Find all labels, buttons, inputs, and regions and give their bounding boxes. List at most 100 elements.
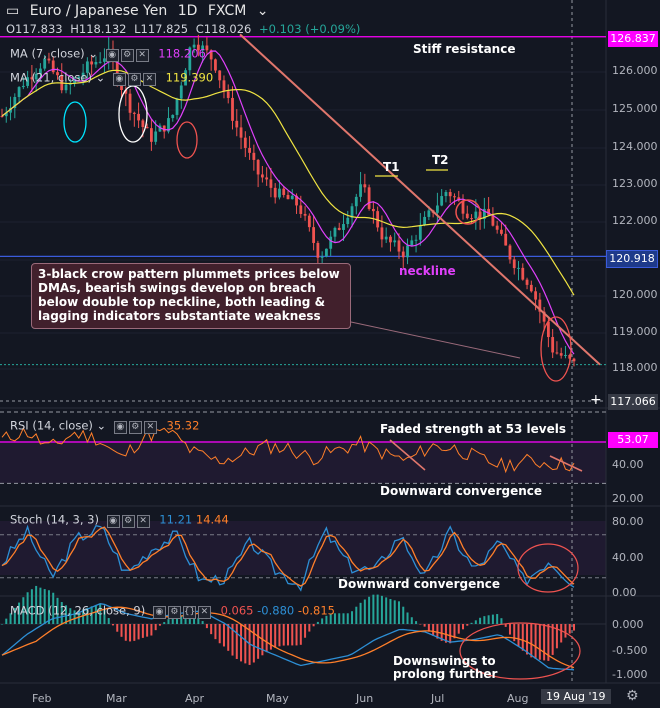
chevron-down-icon[interactable]: ⌄	[96, 71, 106, 85]
candle-down	[256, 159, 260, 175]
symbol-name[interactable]: Euro / Japanese Yen	[30, 3, 168, 19]
macd-histogram-bar	[282, 624, 285, 646]
macd-histogram-bar	[227, 624, 230, 651]
eye-icon[interactable]: ◉	[105, 49, 119, 62]
chevron-down-icon[interactable]: ⌄	[257, 3, 269, 19]
macd-histogram-bar	[355, 606, 358, 624]
interval-label[interactable]: 1D	[178, 3, 198, 19]
candle-down	[299, 205, 303, 214]
macd-histogram-bar	[419, 624, 422, 625]
macd-legend: MACD (12, 26, close, 9) ◉ ⚙{} ✕ 0.065 -0.8…	[10, 603, 335, 619]
candle-up	[94, 62, 98, 65]
ma7-label: MA (7, close)	[10, 46, 85, 61]
close-value: C118.026	[195, 22, 252, 36]
eye-icon[interactable]: ◉	[106, 515, 120, 528]
macd-histogram-bar	[321, 618, 324, 624]
chevron-down-icon[interactable]: ⌄	[97, 419, 107, 433]
macd-histogram-bar	[141, 624, 144, 638]
close-icon[interactable]: ✕	[143, 421, 157, 434]
stoch-tick: 40.00	[612, 551, 644, 564]
candle-down	[529, 284, 533, 292]
candle-down	[491, 215, 495, 226]
gear-icon[interactable]: ⚙	[626, 688, 639, 704]
gear-icon[interactable]: ⚙	[167, 606, 181, 619]
x-tick-feb: Feb	[32, 692, 52, 705]
candle-down	[534, 291, 537, 300]
macd-histogram-bar	[252, 624, 255, 663]
macd-histogram-bar	[372, 594, 375, 624]
macd-histogram-bar	[397, 601, 400, 624]
gear-icon[interactable]: ⚙	[121, 515, 135, 528]
close-icon[interactable]: ✕	[197, 606, 211, 619]
chevron-down-icon[interactable]: ⌄	[88, 47, 98, 61]
candle-down	[226, 91, 230, 98]
macd-histogram-bar	[316, 621, 319, 624]
macd-histogram-bar	[222, 624, 225, 647]
macd-histogram-bar	[517, 624, 520, 647]
candle-up	[384, 236, 388, 240]
candle-down	[243, 137, 247, 148]
candle-down	[367, 187, 371, 209]
macd-histogram-bar	[278, 624, 281, 647]
gear-icon[interactable]: ⚙	[128, 421, 142, 434]
macd-histogram-bar	[380, 595, 383, 624]
collapse-icon[interactable]: ▭	[6, 3, 19, 19]
macd-histogram-bar	[555, 624, 558, 649]
stoch-tick: 80.00	[612, 515, 644, 528]
candle-down	[218, 70, 222, 81]
macd-histogram-bar	[564, 624, 567, 638]
macd-histogram-bar	[205, 624, 208, 629]
signal-value: -0.815	[297, 603, 335, 618]
settings-icon[interactable]: {}	[182, 606, 196, 619]
macd-histogram-bar	[299, 624, 302, 645]
x-tick-mar: Mar	[106, 692, 127, 705]
macd-histogram-bar	[402, 606, 405, 624]
candle-up	[175, 98, 179, 115]
macd-histogram-bar	[218, 624, 221, 644]
macd-histogram-bar	[479, 617, 482, 624]
macd-histogram-bar	[560, 624, 563, 643]
close-icon[interactable]: ✕	[142, 73, 156, 86]
candle-down	[235, 120, 239, 128]
change-value: +0.103 (+0.09%)	[259, 22, 361, 36]
macd-histogram-bar	[462, 624, 465, 630]
macd-histogram-bar	[265, 624, 268, 653]
macd-histogram-bar	[432, 624, 435, 636]
price-tick: 124.000	[612, 140, 658, 153]
macd-histogram-bar	[124, 624, 127, 641]
candle-up	[17, 87, 21, 98]
candle-down	[470, 218, 473, 220]
candle-up	[564, 354, 567, 356]
candle-down	[508, 245, 512, 260]
candle-down	[150, 128, 153, 142]
candle-down	[231, 97, 234, 121]
candle-down	[453, 196, 456, 198]
candle-down	[495, 225, 499, 230]
macd-histogram-bar	[410, 617, 413, 624]
candle-up	[423, 216, 426, 226]
ma7-value: 118.206	[158, 46, 206, 61]
eye-icon[interactable]: ◉	[152, 606, 166, 619]
price-tick: 118.000	[612, 361, 658, 374]
x-tick-may: May	[266, 692, 289, 705]
gear-icon[interactable]: ⚙	[127, 73, 141, 86]
candle-down	[401, 251, 405, 258]
candle-down	[137, 113, 140, 121]
close-icon[interactable]: ✕	[135, 49, 149, 62]
eye-icon[interactable]: ◉	[113, 421, 127, 434]
macd-histogram-bar	[295, 624, 298, 646]
x-tick-jun: Jun	[356, 692, 374, 705]
candle-down	[546, 321, 550, 338]
stoch-convergence-note: Downward convergence	[338, 577, 501, 591]
crosshair-plus-icon[interactable]: +	[590, 392, 602, 408]
price-tick: 122.000	[612, 214, 658, 227]
eye-icon[interactable]: ◉	[112, 73, 126, 86]
macd-histogram-bar	[449, 624, 452, 644]
stoch-legend: Stoch (14, 3, 3) ◉ ⚙ ✕ 11.21 14.44	[10, 512, 229, 528]
gear-icon[interactable]: ⚙	[120, 49, 134, 62]
x-tick-jul: Jul	[431, 692, 445, 705]
candle-down	[145, 126, 149, 129]
macd-histogram-bar	[500, 618, 503, 624]
faded-strength-note: Faded strength at 53 levels	[380, 422, 566, 436]
close-icon[interactable]: ✕	[136, 515, 150, 528]
